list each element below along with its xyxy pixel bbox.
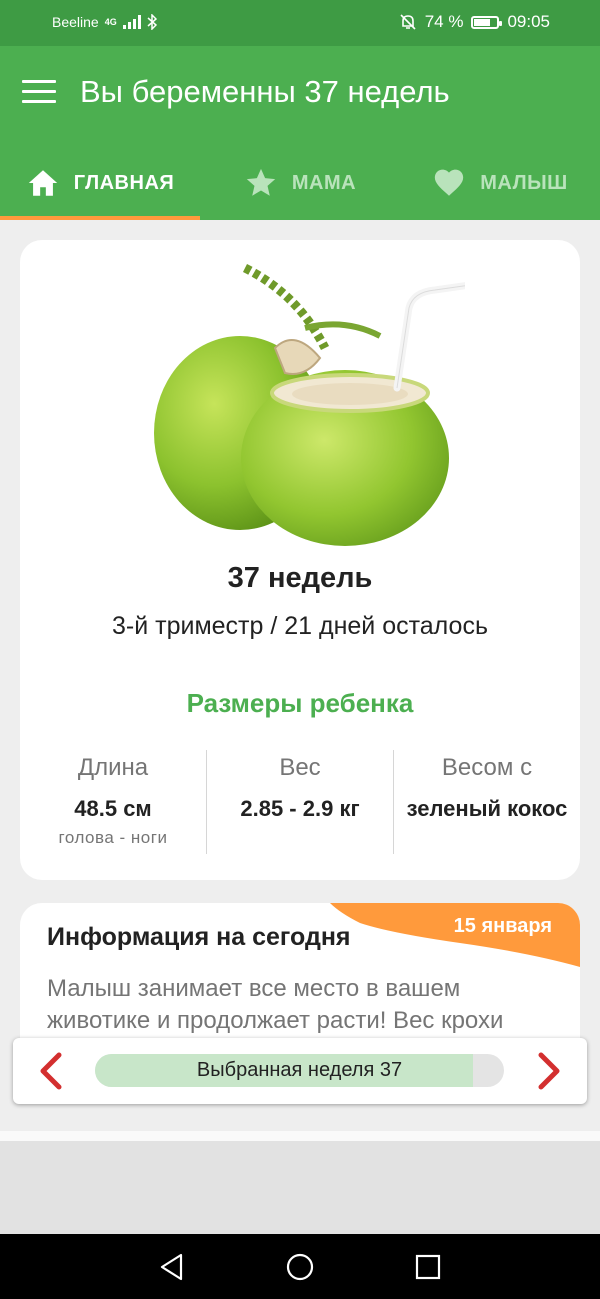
info-text: Малыш занимает все место в вашем животик… [47, 975, 504, 1034]
battery-level [474, 18, 491, 26]
recents-icon[interactable] [413, 1252, 443, 1282]
info-title: Информация на сегодня [47, 923, 351, 951]
bottom-divider [0, 1131, 600, 1141]
stat-weight-value: 2.85 - 2.9 кг [240, 796, 360, 821]
tab-mom-label: МАМА [291, 171, 357, 194]
hamburger-menu-icon[interactable] [22, 80, 56, 108]
battery-percent: 74 % [424, 12, 464, 31]
info-date: 15 января [453, 915, 552, 937]
stat-length-label: Длина [77, 754, 149, 781]
chevron-left-icon[interactable] [33, 1051, 73, 1091]
stat-weight-label: Вес [279, 754, 321, 781]
app-title: Вы беременны 37 недель [80, 74, 450, 109]
mute-bell-icon [400, 14, 416, 30]
battery-icon [471, 15, 503, 29]
tab-home[interactable]: ГЛАВНАЯ [0, 146, 200, 220]
system-nav-bar [0, 1234, 600, 1299]
clock: 09:05 [507, 12, 550, 31]
week-title: 37 недель [227, 562, 373, 594]
selected-week-label: Выбранная неделя 37 [196, 1059, 403, 1081]
stat-comparison-value: зеленый кокос [406, 796, 568, 821]
active-tab-indicator [0, 216, 200, 220]
star-icon [246, 168, 276, 196]
stat-length: Длина 48.5 см голова - ноги [20, 750, 206, 854]
home-circle-icon[interactable] [285, 1252, 315, 1282]
trimester-subtitle: 3-й триместр / 21 дней осталось [112, 612, 488, 640]
tab-mom[interactable]: МАМА [200, 146, 400, 220]
week-selector: Выбранная неделя 37 [13, 1038, 587, 1104]
week-progress[interactable]: Выбранная неделя 37 [95, 1054, 504, 1087]
baby-sizes-title: Размеры ребенка [186, 688, 414, 718]
signal-icon [122, 15, 141, 29]
stat-comparison: Весом с зеленый кокос [393, 750, 580, 854]
stat-length-value: 48.5 см [74, 796, 152, 821]
status-bar: Beeline 4G 74 % 09:05 [0, 0, 600, 46]
status-bar-left: Beeline 4G [52, 14, 157, 30]
stat-length-note: голова - ноги [58, 828, 168, 847]
carrier-label: Beeline [52, 14, 99, 30]
bottom-ad-area [0, 1141, 600, 1234]
heart-icon [435, 169, 464, 196]
bluetooth-icon [147, 14, 157, 30]
chevron-right-icon[interactable] [527, 1051, 567, 1091]
baby-stats: Длина 48.5 см голова - ноги Вес 2.85 - 2… [20, 750, 580, 854]
home-icon [28, 170, 57, 196]
stat-comparison-label: Весом с [441, 754, 533, 781]
tab-bar: ГЛАВНАЯ МАМА МАЛЫШ [0, 146, 600, 220]
tab-baby-label: МАЛЫШ [480, 171, 568, 194]
app-bar: Вы беременны 37 недель [0, 46, 600, 146]
back-icon[interactable] [157, 1252, 187, 1282]
tab-baby[interactable]: МАЛЫШ [400, 146, 600, 220]
status-bar-right: 74 % 09:05 [399, 12, 550, 32]
coconut-image [154, 263, 465, 546]
stat-weight: Вес 2.85 - 2.9 кг [206, 750, 393, 854]
tab-home-label: ГЛАВНАЯ [73, 171, 175, 194]
week-card: 37 недель 3-й триместр / 21 дней осталос… [20, 240, 580, 880]
network-type: 4G [104, 17, 117, 27]
